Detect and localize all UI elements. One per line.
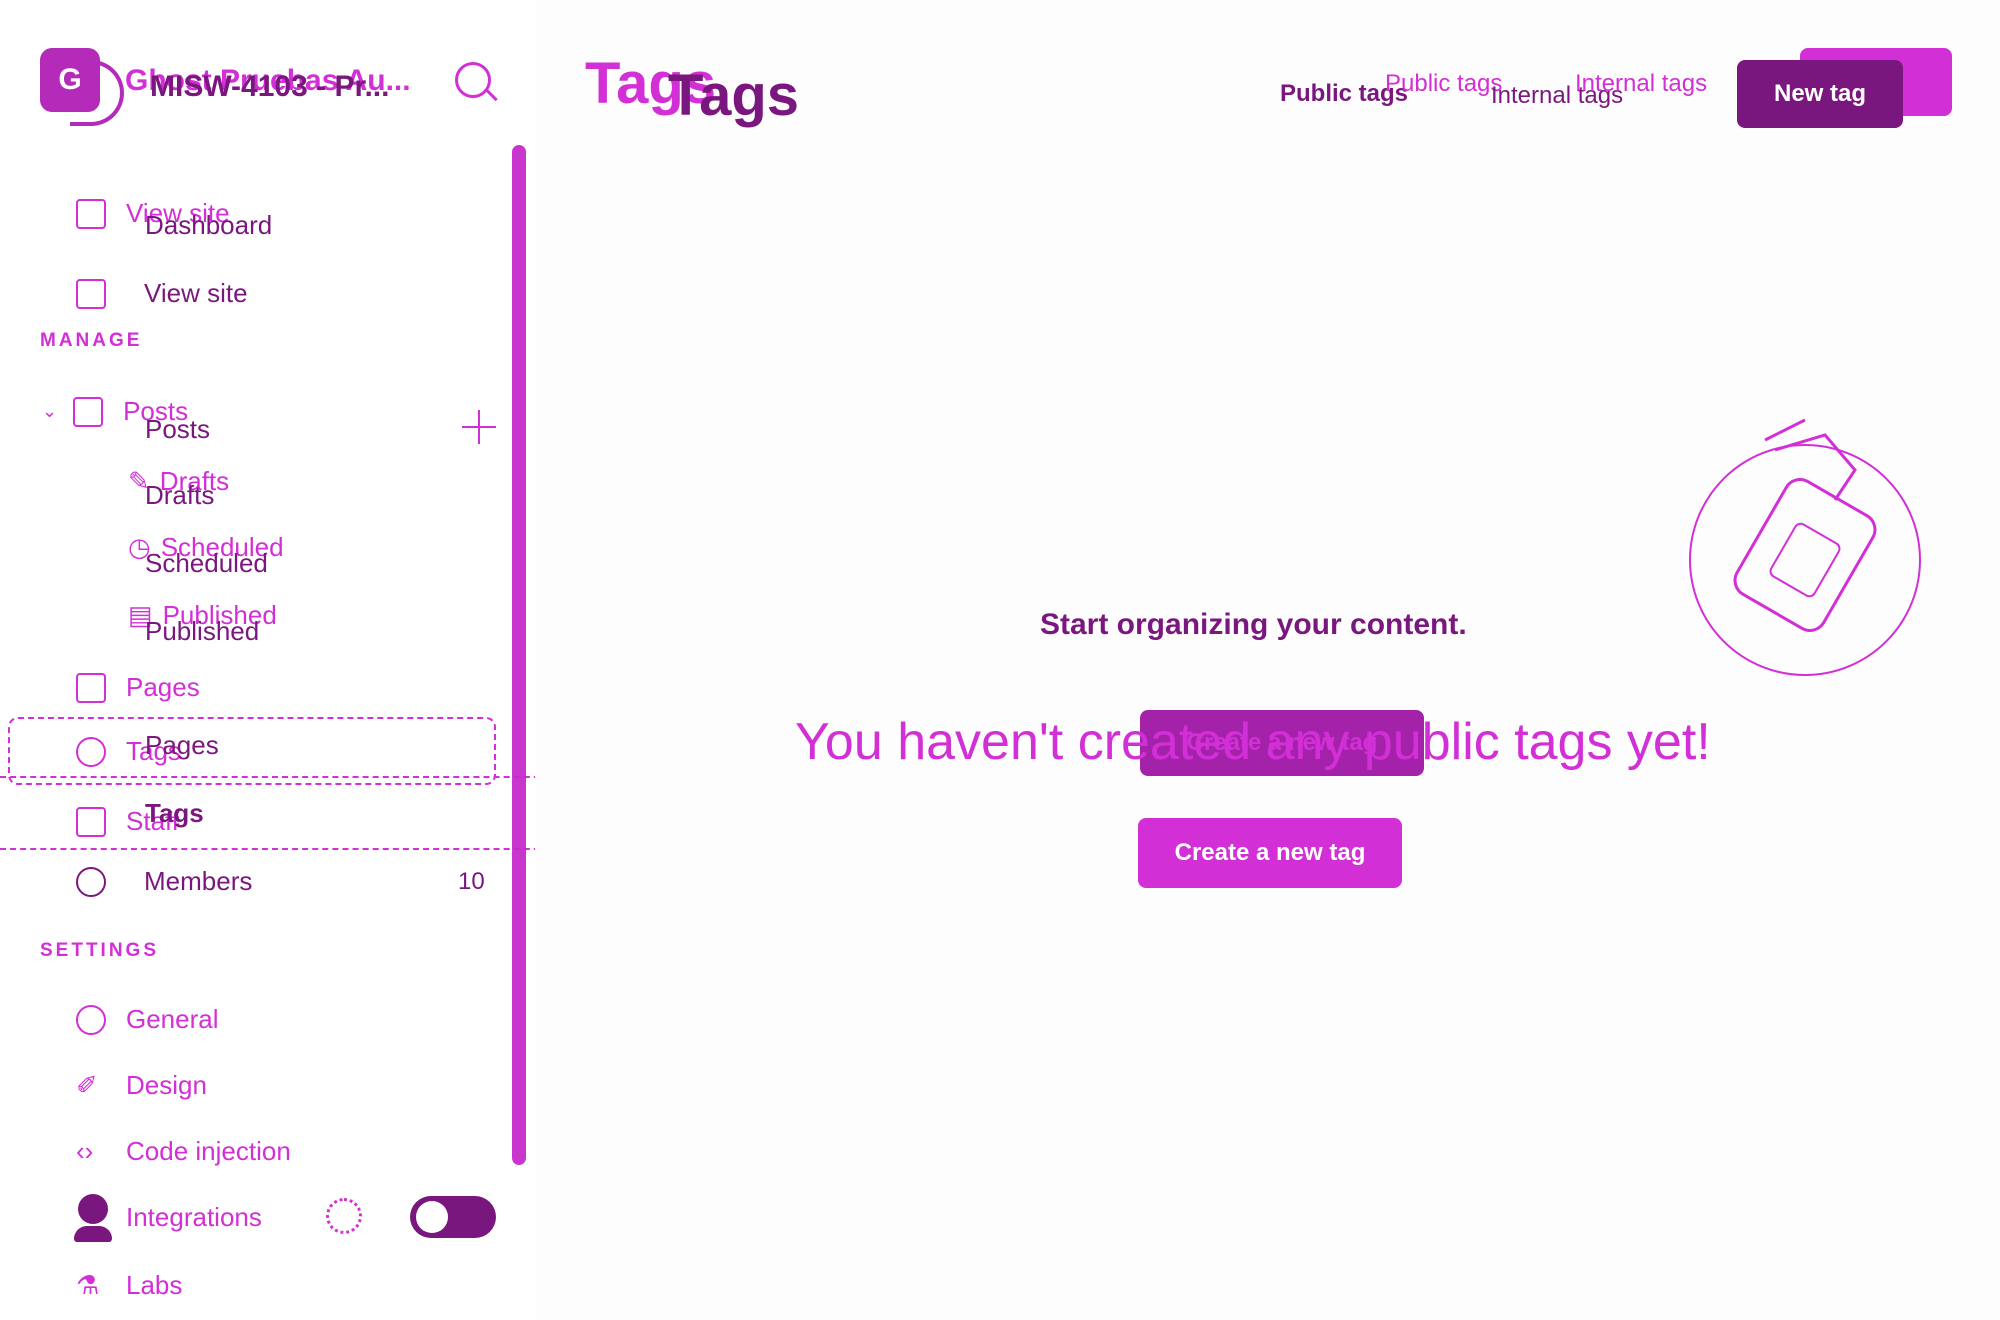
staff-icon (76, 806, 106, 837)
sidebar-scrollbar[interactable] (512, 145, 526, 1165)
sidebar-item-label: Design (126, 1070, 207, 1100)
guide-line-bottom (0, 848, 560, 850)
sidebar: G Ghost Pruebas Au... MISW-4103 - Pr... … (0, 0, 560, 1320)
sidebar-item-label: Pages (126, 672, 200, 702)
flask-icon: ⚗ (76, 1270, 100, 1300)
sidebar-item-code-injection[interactable]: ‹› Code injection (76, 1136, 291, 1167)
site-subtitle: MISW-4103 - Pr... (150, 70, 390, 103)
sidebar-item-tags-ghost: Tags (145, 798, 204, 828)
dark-mode-toggle[interactable] (410, 1196, 496, 1238)
sidebar-item-label: Integrations (126, 1202, 262, 1232)
sidebar-item-drafts-ghost: Drafts (145, 480, 215, 510)
sidebar-item-label: Members (144, 866, 253, 896)
sidebar-item-pages-ghost: Pages (145, 730, 219, 760)
create-new-tag-button[interactable]: Create a new tag (1138, 818, 1402, 888)
main-content: Tags Tags Public tags Public tags Intern… (535, 0, 2000, 1320)
page-title-ghost: Tags (668, 63, 800, 128)
members-icon (76, 866, 106, 897)
new-tag-button[interactable]: New tag (1737, 60, 1903, 128)
sidebar-item-design[interactable]: ✐ Design (76, 1070, 207, 1101)
home-icon (76, 198, 106, 229)
sidebar-item-scheduled-ghost: Scheduled (145, 548, 268, 578)
tag-icon (76, 736, 106, 767)
sidebar-item-label: View site (144, 278, 248, 308)
sidebar-item-label: Dashboard (145, 210, 273, 240)
posts-icon (73, 396, 104, 427)
tab-public-tags[interactable]: Public tags (1385, 70, 1502, 98)
create-tag-label: Create a new tag (1174, 839, 1366, 866)
code-icon: ‹› (76, 1136, 94, 1166)
layout-icon (76, 278, 106, 309)
sidebar-item-label: Labs (126, 1270, 183, 1300)
sidebar-item-general[interactable]: General (76, 1004, 219, 1035)
new-tag-label: New tag (1773, 80, 1866, 107)
chevron-down-icon[interactable]: ⌄ (42, 401, 57, 422)
sidebar-item-dashboard[interactable]: Dashboard (145, 210, 272, 241)
search-icon[interactable] (455, 62, 491, 98)
sidebar-item-view-site-2[interactable]: View site (76, 278, 248, 309)
sidebar-item-label: Code injection (126, 1136, 291, 1166)
sidebar-item-pages[interactable]: Pages (76, 672, 200, 703)
settings-section-title: SETTINGS (40, 940, 160, 961)
pages-icon (76, 672, 106, 703)
sidebar-item-label: General (126, 1004, 219, 1034)
tab-internal-tags[interactable]: Internal tags (1575, 70, 1707, 98)
empty-state-message: You haven't created any public tags yet! (795, 713, 1711, 771)
settings-gear-icon[interactable] (326, 1198, 362, 1234)
members-count: 10 (458, 868, 485, 895)
manage-section-title: MANAGE (40, 330, 143, 351)
gear-icon (76, 1004, 106, 1035)
guide-line-top (0, 776, 560, 778)
sidebar-item-posts-ghost: Posts (145, 414, 211, 444)
empty-state-heading: Start organizing your content. (1040, 608, 1467, 641)
user-avatar[interactable] (74, 1194, 112, 1242)
brush-icon: ✐ (76, 1070, 98, 1100)
new-post-plus-icon[interactable] (462, 410, 496, 444)
tag-illustration-icon (1689, 418, 1921, 676)
sidebar-item-labs[interactable]: ⚗ Labs (76, 1270, 182, 1301)
sidebar-item-published-ghost: Published (145, 616, 260, 646)
sidebar-item-members[interactable]: Members (76, 866, 252, 897)
site-logo-ring (70, 60, 124, 126)
